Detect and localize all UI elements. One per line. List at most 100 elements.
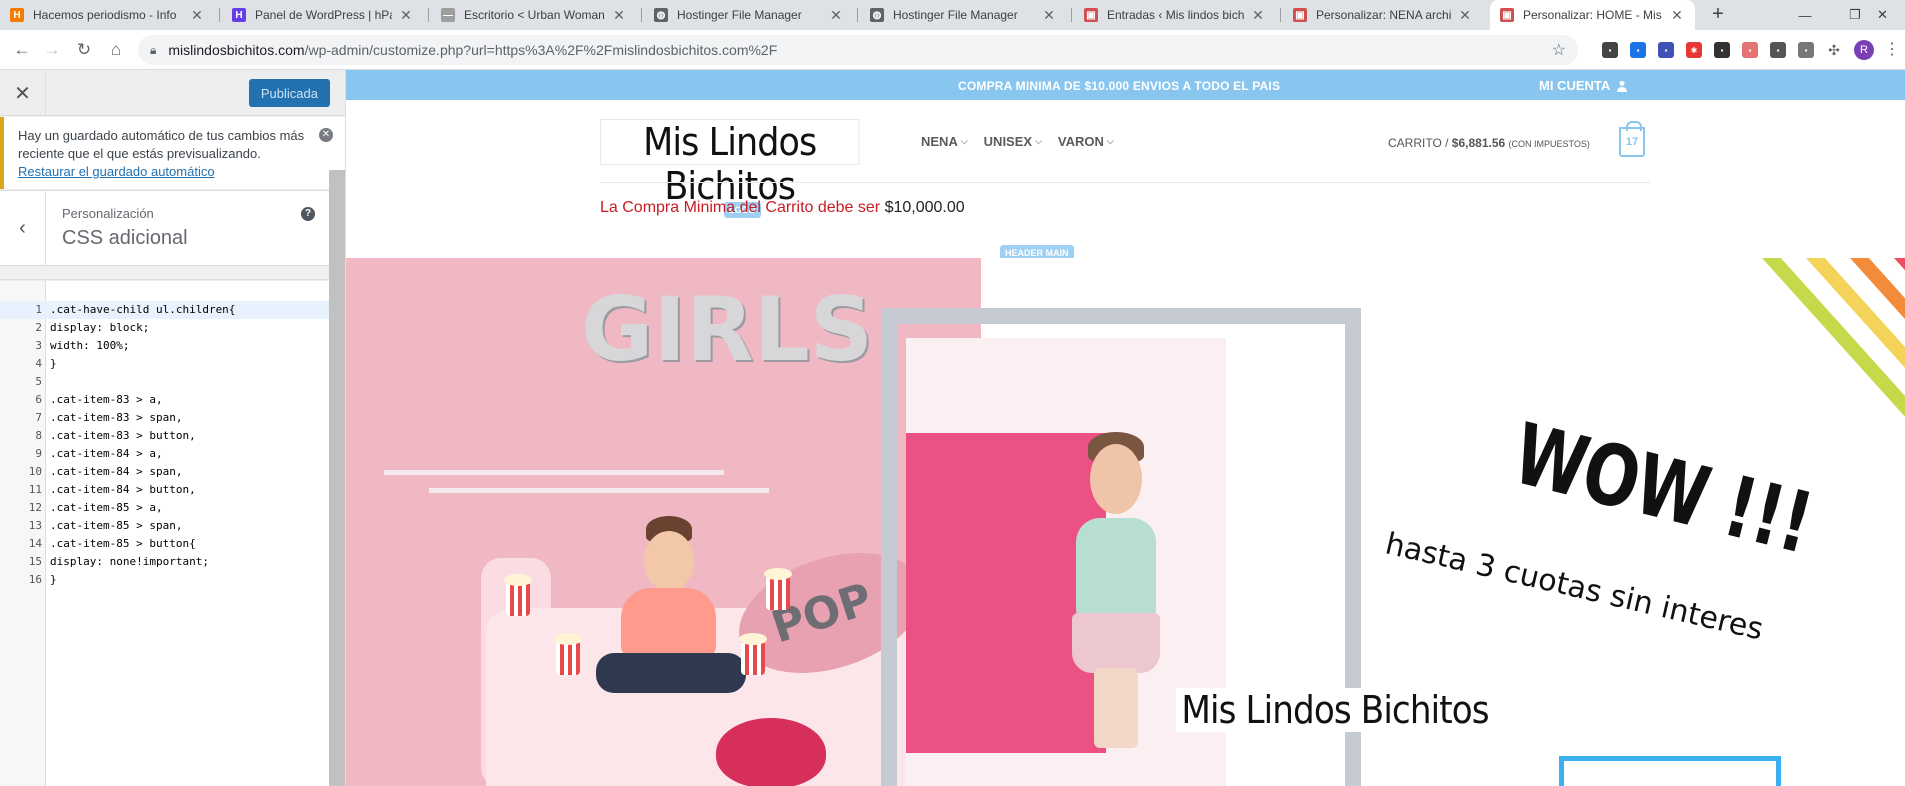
tab-hpanel[interactable]: H Panel de WordPress | hPane ✕ <box>222 0 424 30</box>
code-line[interactable]: 11 .cat-item-84 > button, <box>0 481 329 499</box>
tab-file-manager-2[interactable]: ◍ Hostinger File Manager ✕ <box>860 0 1067 30</box>
hero-cta-button[interactable] <box>1559 756 1781 786</box>
code-line[interactable]: 15 display: none!important; <box>0 553 329 571</box>
close-tab-icon[interactable]: ✕ <box>1041 7 1057 24</box>
line-number: 4 <box>35 357 42 370</box>
code-line[interactable]: 4} <box>0 355 329 373</box>
extension-icon[interactable]: ▪ <box>1714 42 1730 58</box>
code-text: .cat-item-85 > button{ <box>50 537 196 550</box>
code-line[interactable]: 16} <box>0 571 329 589</box>
lips-balloon <box>716 718 826 786</box>
close-tab-icon[interactable]: ✕ <box>189 7 205 24</box>
close-tab-icon[interactable]: ✕ <box>1457 7 1473 24</box>
help-icon[interactable]: ? <box>301 207 315 221</box>
code-line[interactable]: 5 <box>0 373 329 391</box>
tab-separator <box>219 8 220 22</box>
publish-button[interactable]: Publicada <box>248 79 330 107</box>
code-line[interactable]: 6 .cat-item-83 > a, <box>0 391 329 409</box>
hero-banner[interactable]: GIRLS POP Mis Lindos Bichitos WOW !!! ha… <box>346 258 1905 786</box>
code-line[interactable]: 10 .cat-item-84 > span, <box>0 463 329 481</box>
tab-title: Escritorio < Urban Woman <box>464 8 605 22</box>
code-text: .cat-item-84 > span, <box>50 465 183 478</box>
code-line[interactable]: 14 .cat-item-85 > button{ <box>0 535 329 553</box>
popcorn-box <box>764 568 792 610</box>
tab-urban-woman[interactable]: — Escritorio < Urban Woman ✕ <box>431 0 637 30</box>
css-code-editor[interactable]: 1 .cat-have-child ul.children{2 display: b… <box>0 281 329 786</box>
my-account-link[interactable]: MI CUENTA <box>1539 78 1628 93</box>
cart-link[interactable]: CARRITO / $6,881.56 (CON IMPUESTOS) <box>1388 136 1590 150</box>
extension-icon[interactable]: ▪ <box>1658 42 1674 58</box>
hostinger-icon: H <box>10 8 24 22</box>
tab-personalizar-nena[interactable]: ▣ Personalizar: NENA archivo ✕ <box>1283 0 1483 30</box>
section-header: ‹ Personalización CSS adicional ? <box>0 190 329 266</box>
line-number: 12 <box>28 501 42 514</box>
url-host: mislindosbichitos.com <box>168 42 305 58</box>
tab-personalizar-home[interactable]: ▣ Personalizar: HOME - Mis li ✕ <box>1490 0 1695 30</box>
reload-icon[interactable]: ↻ <box>72 38 96 62</box>
code-line[interactable]: 1 .cat-have-child ul.children{ <box>0 301 329 319</box>
line-number: 9 <box>35 447 42 460</box>
code-line[interactable]: 9 .cat-item-84 > a, <box>0 445 329 463</box>
nav-item-nena[interactable]: NENA ⌵ <box>921 134 968 149</box>
autosave-notice: Hay un guardado automático de tus cambio… <box>0 117 345 189</box>
main-navigation: NENA ⌵ UNISEX ⌵ VARON ⌵ <box>921 134 1114 149</box>
chevron-down-icon: ⌵ <box>1106 136 1114 146</box>
close-tab-icon[interactable]: ✕ <box>1250 7 1266 24</box>
tab-hostinger[interactable]: H Hacemos periodismo - Info ✕ <box>0 0 215 30</box>
mis-lindos-bichitos-icon: ▣ <box>1084 8 1098 22</box>
extension-icon[interactable]: ▪ <box>1742 42 1758 58</box>
site-logo[interactable]: Mis Lindos Bichitos <box>600 119 860 208</box>
line-number: 1 <box>35 303 42 316</box>
browser-tabstrip: + — ❐ ✕ H Hacemos periodismo - Info ✕ H Pane… <box>0 0 1905 30</box>
code-line[interactable]: 13 .cat-item-85 > span, <box>0 517 329 535</box>
girl-sweatshirt <box>1076 518 1156 618</box>
close-tab-icon[interactable]: ✕ <box>398 7 414 24</box>
extension-icon[interactable]: ▪ <box>1798 42 1814 58</box>
code-line[interactable]: 7 .cat-item-83 > span, <box>0 409 329 427</box>
tab-title: Hostinger File Manager <box>893 8 1018 22</box>
nav-item-varon[interactable]: VARON ⌵ <box>1058 134 1114 149</box>
site-preview: COMPRA MINIMA DE $10.000 ENVIOS A TODO E… <box>346 70 1905 786</box>
home-icon[interactable]: ⌂ <box>104 38 128 62</box>
dismiss-notice-icon[interactable]: ✕ <box>319 128 333 142</box>
tab-title: Panel de WordPress | hPane <box>255 8 392 22</box>
code-line[interactable]: 3 width: 100%; <box>0 337 329 355</box>
profile-avatar[interactable]: R <box>1854 40 1874 60</box>
minimize-button[interactable]: — <box>1780 0 1830 30</box>
line-number: 5 <box>35 375 42 388</box>
back-chevron-icon[interactable]: ‹ <box>0 191 46 266</box>
urban-woman-icon: — <box>441 8 455 22</box>
restore-autosave-link[interactable]: Restaurar el guardado automático <box>18 164 215 179</box>
code-line[interactable]: 8 .cat-item-83 > button, <box>0 427 329 445</box>
close-tab-icon[interactable]: ✕ <box>1669 7 1685 24</box>
bookmark-star-icon[interactable]: ☆ <box>1552 40 1566 60</box>
tab-entradas[interactable]: ▣ Entradas ‹ Mis lindos bichit ✕ <box>1074 0 1276 30</box>
close-window-button[interactable]: ✕ <box>1860 0 1905 30</box>
user-icon <box>1617 80 1628 92</box>
extension-icon[interactable]: ▪ <box>1770 42 1786 58</box>
extension-icon[interactable]: ✱ <box>1686 42 1702 58</box>
code-line[interactable]: 2 display: block; <box>0 319 329 337</box>
close-tab-icon[interactable]: ✕ <box>611 7 627 24</box>
hpanel-icon: H <box>232 8 246 22</box>
sidebar-scrollbar[interactable] <box>329 170 345 786</box>
extensions-puzzle-icon[interactable]: ✣ <box>1822 38 1846 62</box>
close-customizer-icon[interactable]: ✕ <box>0 70 46 116</box>
popcorn-box <box>504 574 532 616</box>
section-title: CSS adicional <box>62 227 188 249</box>
new-tab-button[interactable]: + <box>1706 3 1730 26</box>
browser-menu-icon[interactable]: ⋮ <box>1884 39 1900 59</box>
lock-icon[interactable]: 🔒︎ <box>150 43 156 58</box>
address-bar[interactable]: 🔒︎ mislindosbichitos.com/wp-admin/custom… <box>138 35 1578 65</box>
nav-item-unisex[interactable]: UNISEX ⌵ <box>984 134 1042 149</box>
section-spacer <box>0 266 329 280</box>
code-text: .cat-item-83 > a, <box>50 393 163 406</box>
code-line[interactable]: 12 .cat-item-85 > a, <box>0 499 329 517</box>
tab-file-manager-1[interactable]: ◍ Hostinger File Manager ✕ <box>644 0 854 30</box>
extension-icon[interactable]: ▪ <box>1602 42 1618 58</box>
close-tab-icon[interactable]: ✕ <box>828 7 844 24</box>
extension-icon[interactable]: ▪ <box>1630 42 1646 58</box>
forward-icon[interactable]: → <box>40 38 64 62</box>
back-icon[interactable]: ← <box>10 38 34 62</box>
cart-bag-icon[interactable]: 17 <box>1619 121 1645 157</box>
